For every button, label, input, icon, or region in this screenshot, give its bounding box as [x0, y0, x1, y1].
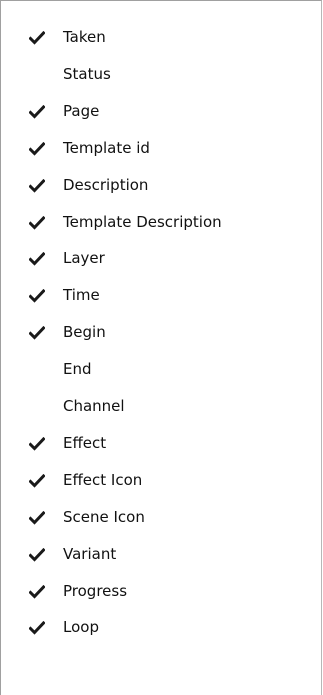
checkmark-icon	[29, 105, 45, 119]
checkmark-icon	[29, 216, 45, 230]
menu-item-effect[interactable]: Effect	[2, 424, 320, 462]
menu-item-label: Status	[63, 65, 111, 83]
menu-item-label: Channel	[63, 397, 125, 415]
checkmark-icon	[29, 252, 45, 266]
menu-item-template-description[interactable]: Template Description	[2, 203, 320, 241]
menu-item-label: Begin	[63, 323, 106, 341]
checkmark-icon	[29, 31, 45, 45]
menu-item-label: End	[63, 360, 92, 378]
checkmark-icon	[29, 179, 45, 193]
menu-item-variant[interactable]: Variant	[2, 535, 320, 573]
checkmark-icon	[29, 289, 45, 303]
menu-item-label: Effect	[63, 434, 107, 452]
menu-item-label: Taken	[63, 28, 106, 46]
menu-item-channel[interactable]: Channel	[2, 387, 320, 425]
menu-item-label: Layer	[63, 249, 105, 267]
menu-item-label: Time	[63, 286, 100, 304]
checkmark-icon	[29, 585, 45, 599]
menu-item-time[interactable]: Time	[2, 276, 320, 314]
menu-item-label: Loop	[63, 618, 99, 636]
checkmark-icon	[29, 621, 45, 635]
checkmark-icon	[29, 326, 45, 340]
menu-item-scene-icon[interactable]: Scene Icon	[2, 498, 320, 536]
menu-item-progress[interactable]: Progress	[2, 572, 320, 610]
menu-item-effect-icon[interactable]: Effect Icon	[2, 461, 320, 499]
menu-item-end[interactable]: End	[2, 350, 320, 388]
menu-item-page[interactable]: Page	[2, 92, 320, 130]
column-visibility-menu: Taken Status Page Template id Description Tem…	[0, 0, 322, 695]
menu-item-begin[interactable]: Begin	[2, 313, 320, 351]
checkmark-icon	[29, 474, 45, 488]
menu-item-status[interactable]: Status	[2, 55, 320, 93]
menu-item-label: Progress	[63, 582, 128, 600]
menu-item-description[interactable]: Description	[2, 166, 320, 204]
checkmark-icon	[29, 511, 45, 525]
menu-item-label: Effect Icon	[63, 471, 143, 489]
checkmark-icon	[29, 142, 45, 156]
menu-item-label: Variant	[63, 545, 117, 563]
checkmark-icon	[29, 437, 45, 451]
menu-item-label: Description	[63, 176, 149, 194]
menu-item-label: Page	[63, 102, 100, 120]
checkmark-icon	[29, 548, 45, 562]
menu-item-label: Scene Icon	[63, 508, 145, 526]
menu-item-template-id[interactable]: Template id	[2, 129, 320, 167]
menu-item-label: Template id	[63, 139, 150, 157]
menu-item-layer[interactable]: Layer	[2, 239, 320, 277]
menu-item-taken[interactable]: Taken	[2, 18, 320, 56]
menu-item-label: Template Description	[63, 213, 222, 231]
menu-item-loop[interactable]: Loop	[2, 608, 320, 646]
